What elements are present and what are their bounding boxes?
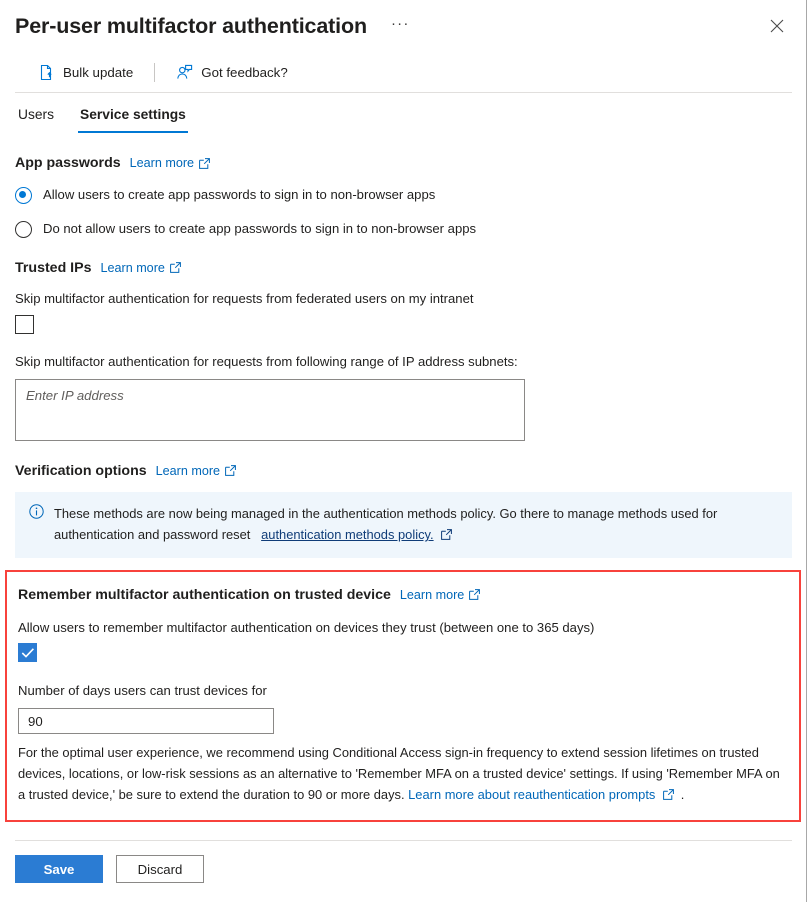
external-link-icon xyxy=(469,589,481,600)
info-circle-icon xyxy=(29,504,44,519)
per-user-mfa-panel: Per-user multifactor authentication ··· … xyxy=(0,0,807,902)
bulk-update-button[interactable]: Bulk update xyxy=(34,59,137,86)
allow-remember-mfa-checkbox[interactable] xyxy=(18,643,37,663)
trusted-ips-title: Trusted IPs xyxy=(15,259,92,276)
skip-mfa-federated-checkbox[interactable] xyxy=(15,314,34,334)
authentication-methods-policy-link[interactable]: authentication methods policy. xyxy=(261,527,433,542)
remember-mfa-learn-more-link[interactable]: Learn more xyxy=(399,587,481,602)
app-passwords-title: App passwords xyxy=(15,155,121,171)
radio-indicator-allow[interactable] xyxy=(15,186,32,204)
external-link-icon xyxy=(225,465,236,477)
reauthentication-prompts-link[interactable]: Learn more about reauthentication prompt… xyxy=(408,787,655,802)
verification-options-learn-more-link[interactable]: Learn more xyxy=(156,464,236,478)
trust-days-label: Number of days users can trust devices f… xyxy=(18,683,267,699)
settings-content: App passwords Learn more Allow users to … xyxy=(0,133,806,840)
command-bar: Bulk update Got feedback? xyxy=(15,52,792,93)
app-passwords-learn-more-link[interactable]: Learn more xyxy=(130,156,210,170)
tab-list: Users Service settings xyxy=(0,93,806,133)
app-password-allow-label: Allow users to create app passwords to s… xyxy=(43,187,436,202)
remember-mfa-fineprint: For the optimal user experience, we reco… xyxy=(18,743,788,806)
info-banner-text: These methods are now being managed in t… xyxy=(54,503,780,546)
trusted-ips-heading: Trusted IPs Learn more xyxy=(15,260,792,276)
app-password-deny-label: Do not allow users to create app passwor… xyxy=(43,220,477,236)
verification-options-heading: Verification options Learn more xyxy=(15,463,792,479)
ellipsis-icon[interactable]: ··· xyxy=(385,15,416,38)
got-feedback-label: Got feedback? xyxy=(201,64,288,80)
auth-methods-info-banner: These methods are now being managed in t… xyxy=(15,491,792,558)
external-link-icon xyxy=(199,157,210,169)
page-title: Per-user multifactor authentication xyxy=(15,13,367,38)
app-password-allow-radio[interactable]: Allow users to create app passwords to s… xyxy=(15,186,792,205)
remember-mfa-highlight-box: Remember multifactor authentication on t… xyxy=(5,569,801,823)
command-bar-divider xyxy=(154,62,156,82)
external-link-icon xyxy=(440,529,452,541)
verification-options-learn-more-label: Learn more xyxy=(155,463,221,478)
allow-remember-mfa-label: Allow users to remember multifactor auth… xyxy=(18,619,595,635)
panel-header: Per-user multifactor authentication ··· xyxy=(0,0,806,52)
remember-mfa-heading: Remember multifactor authentication on t… xyxy=(18,587,788,603)
remember-mfa-learn-more-label: Learn more xyxy=(399,587,465,602)
trust-days-input[interactable] xyxy=(18,708,274,735)
trusted-ips-learn-more-link[interactable]: Learn more xyxy=(100,260,181,275)
external-link-icon xyxy=(662,789,674,801)
external-link-icon xyxy=(169,262,181,274)
trusted-ips-learn-more-label: Learn more xyxy=(100,260,165,275)
panel-footer: Save Discard xyxy=(15,840,792,902)
skip-mfa-federated-label: Skip multifactor authentication for requ… xyxy=(15,290,474,306)
tab-service-settings[interactable]: Service settings xyxy=(78,107,188,133)
fineprint-period: . xyxy=(680,787,685,803)
document-upload-icon xyxy=(38,64,55,81)
person-feedback-icon xyxy=(176,64,193,81)
app-passwords-heading: App passwords Learn more xyxy=(15,155,792,171)
tab-users[interactable]: Users xyxy=(16,107,56,133)
radio-indicator-deny[interactable] xyxy=(15,220,32,238)
save-button[interactable]: Save xyxy=(15,855,103,883)
close-icon[interactable] xyxy=(762,11,792,41)
bulk-update-label: Bulk update xyxy=(63,64,134,80)
discard-button[interactable]: Discard xyxy=(116,855,204,883)
ip-subnets-label: Skip multifactor authentication for requ… xyxy=(15,353,518,369)
got-feedback-button[interactable]: Got feedback? xyxy=(172,59,292,86)
ip-address-input[interactable] xyxy=(15,378,525,441)
remember-mfa-title: Remember multifactor authentication on t… xyxy=(18,586,391,603)
verification-options-title: Verification options xyxy=(15,462,147,479)
app-passwords-learn-more-label: Learn more xyxy=(129,156,195,170)
app-password-deny-radio[interactable]: Do not allow users to create app passwor… xyxy=(15,220,792,239)
